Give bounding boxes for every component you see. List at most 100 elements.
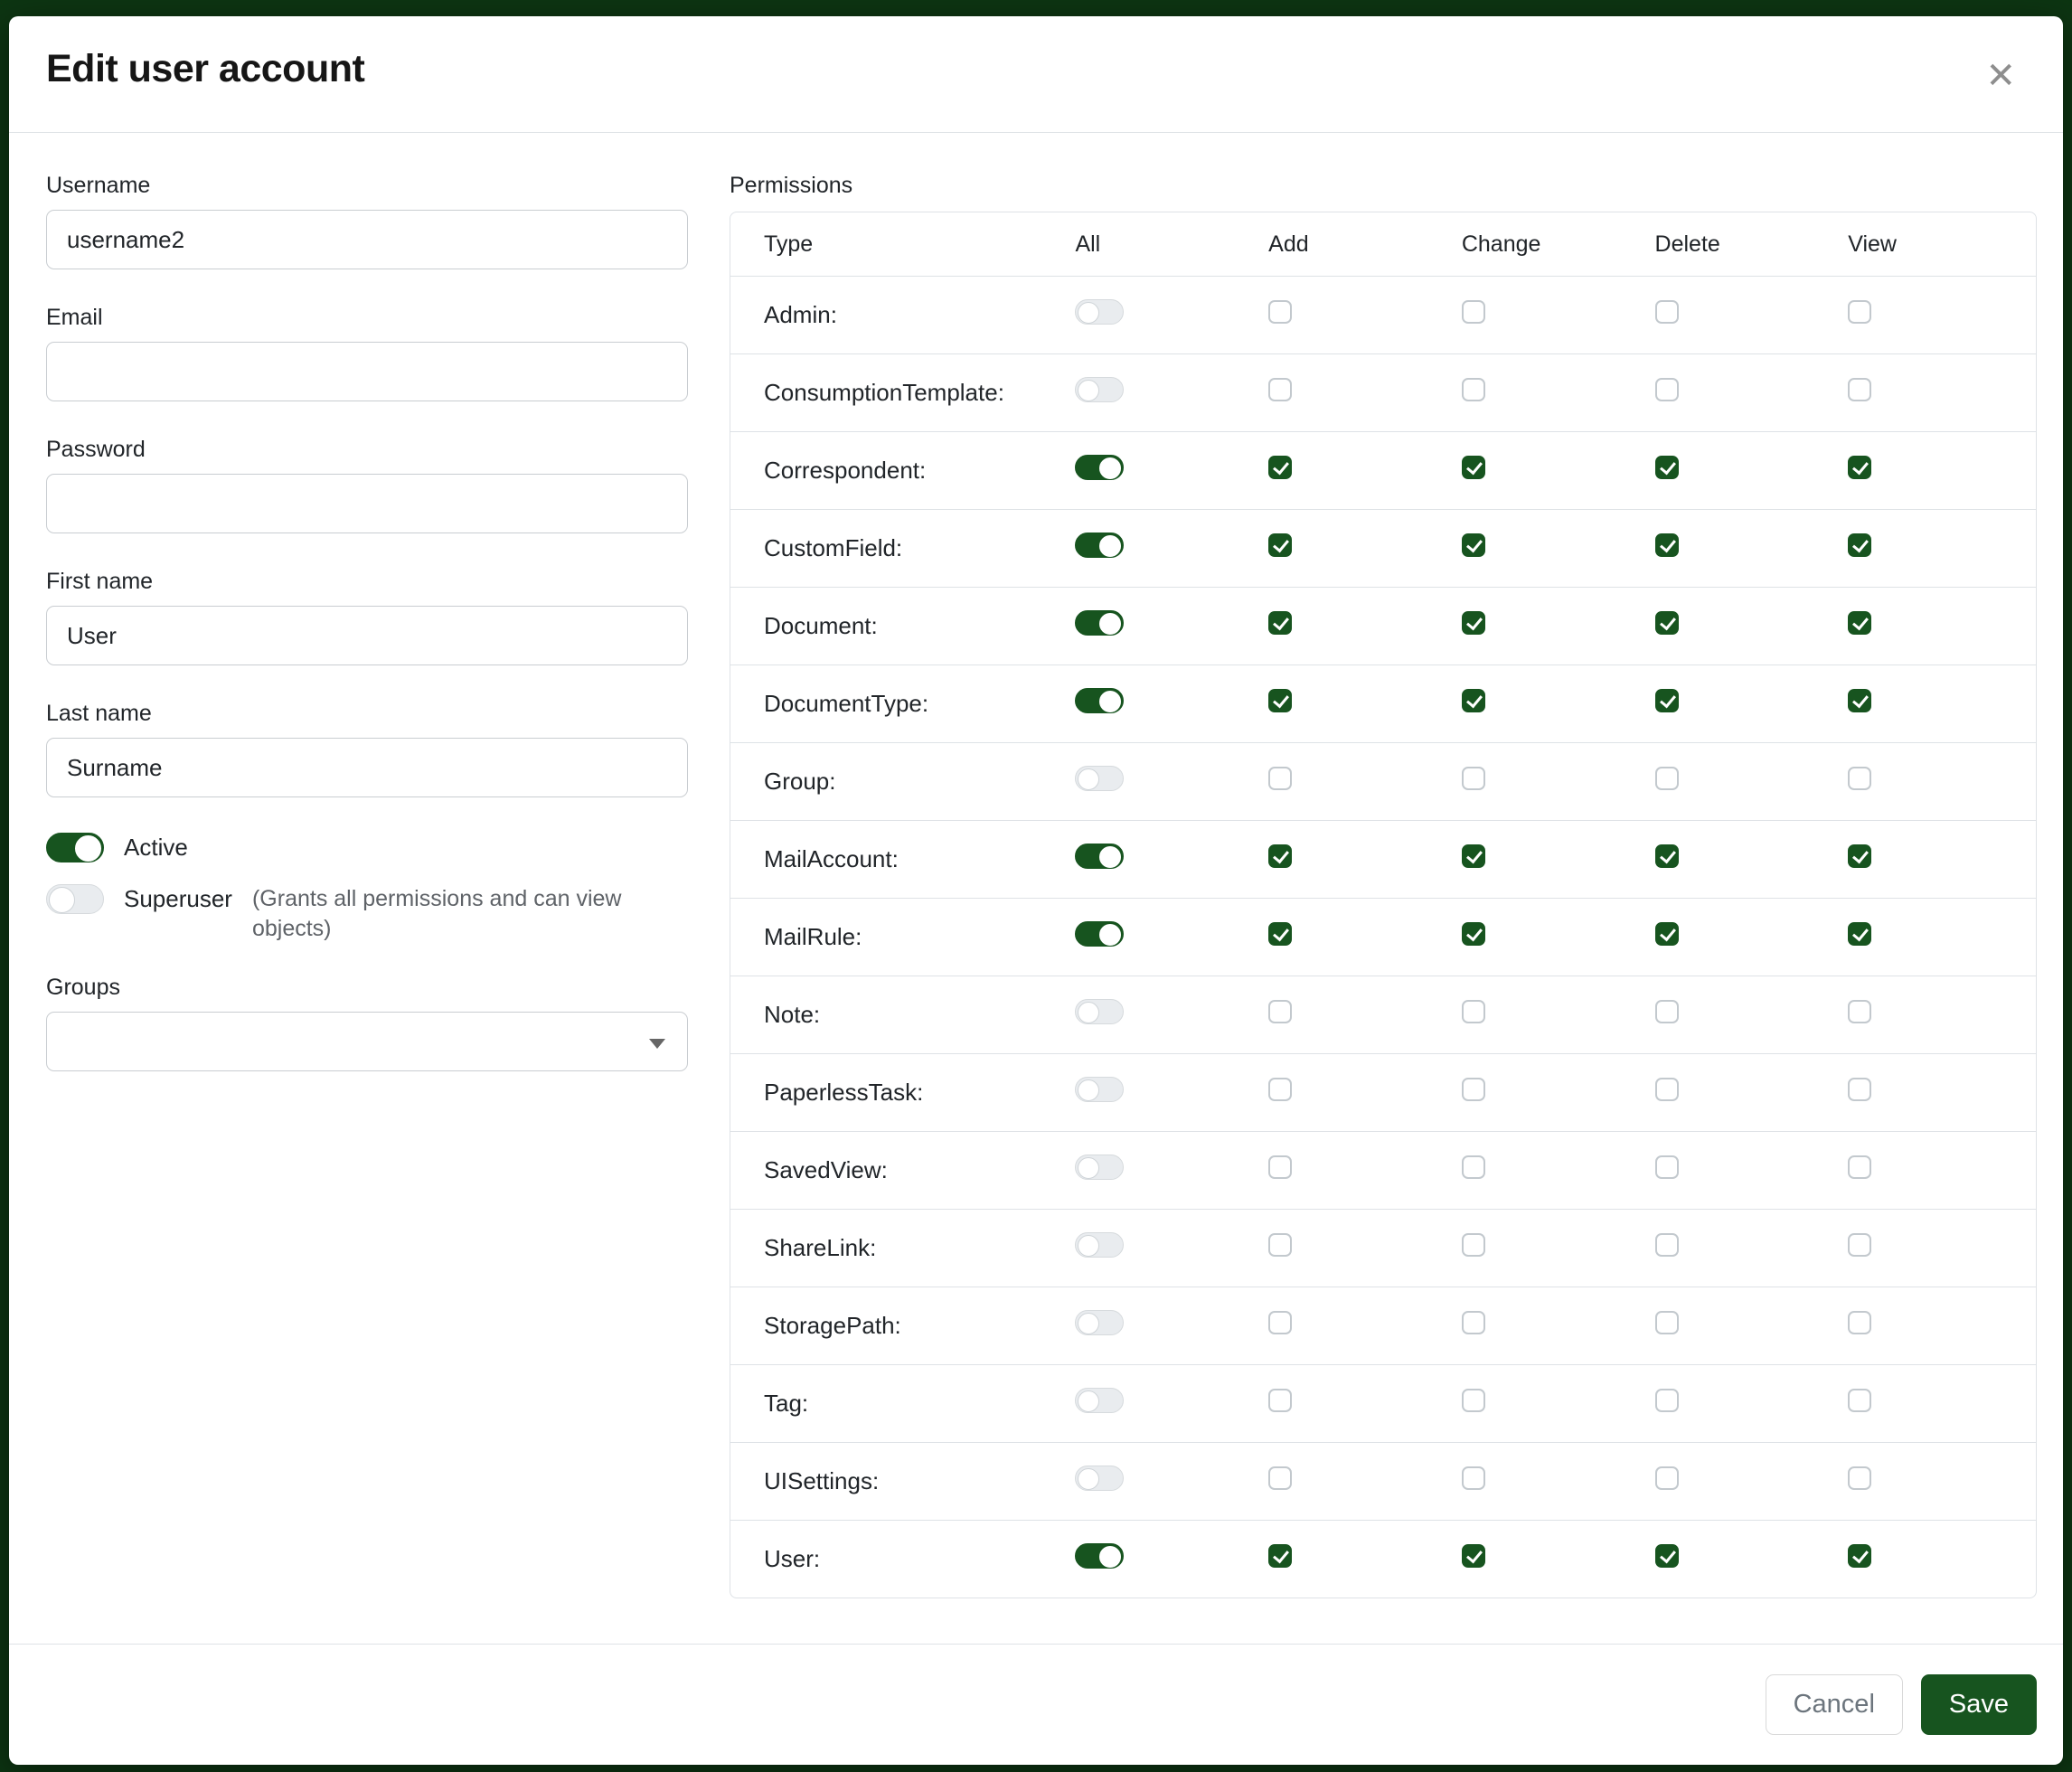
permission-add-checkbox[interactable] [1268,1233,1292,1257]
permission-view-checkbox[interactable] [1848,1544,1871,1568]
permission-type-label: SavedView: [764,1156,888,1183]
permission-add-checkbox[interactable] [1268,1155,1292,1179]
permission-view-checkbox[interactable] [1848,1311,1871,1334]
permission-view-checkbox[interactable] [1848,611,1871,635]
permission-view-checkbox[interactable] [1848,300,1871,324]
groups-select[interactable] [46,1012,688,1071]
permission-add-checkbox[interactable] [1268,1389,1292,1412]
permission-all-toggle[interactable] [1075,1310,1124,1335]
permission-add-checkbox[interactable] [1268,1078,1292,1101]
permission-delete-checkbox[interactable] [1655,533,1679,557]
permission-view-checkbox[interactable] [1848,456,1871,479]
permission-delete-checkbox[interactable] [1655,1000,1679,1023]
permission-change-checkbox[interactable] [1462,1466,1485,1490]
permission-add-checkbox[interactable] [1268,300,1292,324]
permission-all-toggle[interactable] [1075,844,1124,869]
permission-all-toggle[interactable] [1075,299,1124,325]
permission-all-toggle[interactable] [1075,921,1124,947]
permission-change-checkbox[interactable] [1462,844,1485,868]
permission-all-toggle[interactable] [1075,766,1124,791]
permission-all-toggle[interactable] [1075,610,1124,636]
permission-all-toggle[interactable] [1075,1466,1124,1491]
permission-all-toggle[interactable] [1075,1077,1124,1102]
permission-change-checkbox[interactable] [1462,922,1485,946]
permission-all-toggle[interactable] [1075,999,1124,1024]
permission-all-toggle[interactable] [1075,1155,1124,1180]
permission-change-checkbox[interactable] [1462,1544,1485,1568]
permission-change-checkbox[interactable] [1462,378,1485,401]
permission-delete-checkbox[interactable] [1655,456,1679,479]
permission-change-checkbox[interactable] [1462,767,1485,790]
permission-delete-checkbox[interactable] [1655,1233,1679,1257]
permission-change-checkbox[interactable] [1462,456,1485,479]
permission-view-checkbox[interactable] [1848,1466,1871,1490]
permission-add-checkbox[interactable] [1268,844,1292,868]
permission-change-checkbox[interactable] [1462,1311,1485,1334]
permission-view-checkbox[interactable] [1848,378,1871,401]
permission-delete-checkbox[interactable] [1655,1389,1679,1412]
permission-view-checkbox[interactable] [1848,1000,1871,1023]
permission-delete-checkbox[interactable] [1655,1544,1679,1568]
cancel-button[interactable]: Cancel [1766,1674,1903,1735]
close-button[interactable]: ✕ [1978,51,2023,101]
permission-add-checkbox[interactable] [1268,1000,1292,1023]
permission-all-toggle[interactable] [1075,533,1124,558]
permission-change-checkbox[interactable] [1462,611,1485,635]
permission-view-checkbox[interactable] [1848,1155,1871,1179]
permission-change-checkbox[interactable] [1462,1389,1485,1412]
permission-view-checkbox[interactable] [1848,1389,1871,1412]
permission-all-toggle[interactable] [1075,455,1124,480]
permission-delete-checkbox[interactable] [1655,1466,1679,1490]
permission-add-checkbox[interactable] [1268,456,1292,479]
permission-add-checkbox[interactable] [1268,1311,1292,1334]
permission-add-checkbox[interactable] [1268,1544,1292,1568]
last-name-field[interactable] [46,738,688,797]
permission-add-checkbox[interactable] [1268,533,1292,557]
permission-delete-checkbox[interactable] [1655,300,1679,324]
permission-delete-checkbox[interactable] [1655,1311,1679,1334]
permission-delete-checkbox[interactable] [1655,611,1679,635]
permission-delete-checkbox[interactable] [1655,378,1679,401]
permission-delete-checkbox[interactable] [1655,922,1679,946]
permission-all-toggle[interactable] [1075,1388,1124,1413]
permission-change-checkbox[interactable] [1462,533,1485,557]
permission-change-checkbox[interactable] [1462,1155,1485,1179]
permission-delete-checkbox[interactable] [1655,689,1679,712]
first-name-field[interactable] [46,606,688,665]
permission-view-checkbox[interactable] [1848,844,1871,868]
permission-add-checkbox[interactable] [1268,1466,1292,1490]
permission-view-checkbox[interactable] [1848,1078,1871,1101]
permission-view-checkbox[interactable] [1848,689,1871,712]
permission-view-checkbox[interactable] [1848,922,1871,946]
permission-all-toggle[interactable] [1075,688,1124,713]
permission-delete-checkbox[interactable] [1655,1078,1679,1101]
username-input[interactable] [46,210,688,269]
superuser-toggle[interactable] [46,884,104,914]
save-button[interactable]: Save [1921,1674,2037,1735]
permission-row: PaperlessTask: [730,1053,2036,1131]
permission-change-checkbox[interactable] [1462,689,1485,712]
permission-delete-checkbox[interactable] [1655,844,1679,868]
permission-view-checkbox[interactable] [1848,533,1871,557]
password-field[interactable] [46,474,688,533]
permission-type-label: Admin: [764,301,837,328]
permission-all-toggle[interactable] [1075,1543,1124,1569]
permission-delete-checkbox[interactable] [1655,1155,1679,1179]
permission-view-checkbox[interactable] [1848,1233,1871,1257]
email-field[interactable] [46,342,688,401]
groups-group: Groups [46,975,688,1071]
permission-all-toggle[interactable] [1075,377,1124,402]
permission-add-checkbox[interactable] [1268,689,1292,712]
permission-add-checkbox[interactable] [1268,378,1292,401]
permission-all-toggle[interactable] [1075,1232,1124,1258]
permission-delete-checkbox[interactable] [1655,767,1679,790]
permission-add-checkbox[interactable] [1268,611,1292,635]
active-toggle[interactable] [46,833,104,862]
permission-change-checkbox[interactable] [1462,300,1485,324]
permission-add-checkbox[interactable] [1268,767,1292,790]
permission-change-checkbox[interactable] [1462,1078,1485,1101]
permission-add-checkbox[interactable] [1268,922,1292,946]
permission-change-checkbox[interactable] [1462,1000,1485,1023]
permission-change-checkbox[interactable] [1462,1233,1485,1257]
permission-view-checkbox[interactable] [1848,767,1871,790]
